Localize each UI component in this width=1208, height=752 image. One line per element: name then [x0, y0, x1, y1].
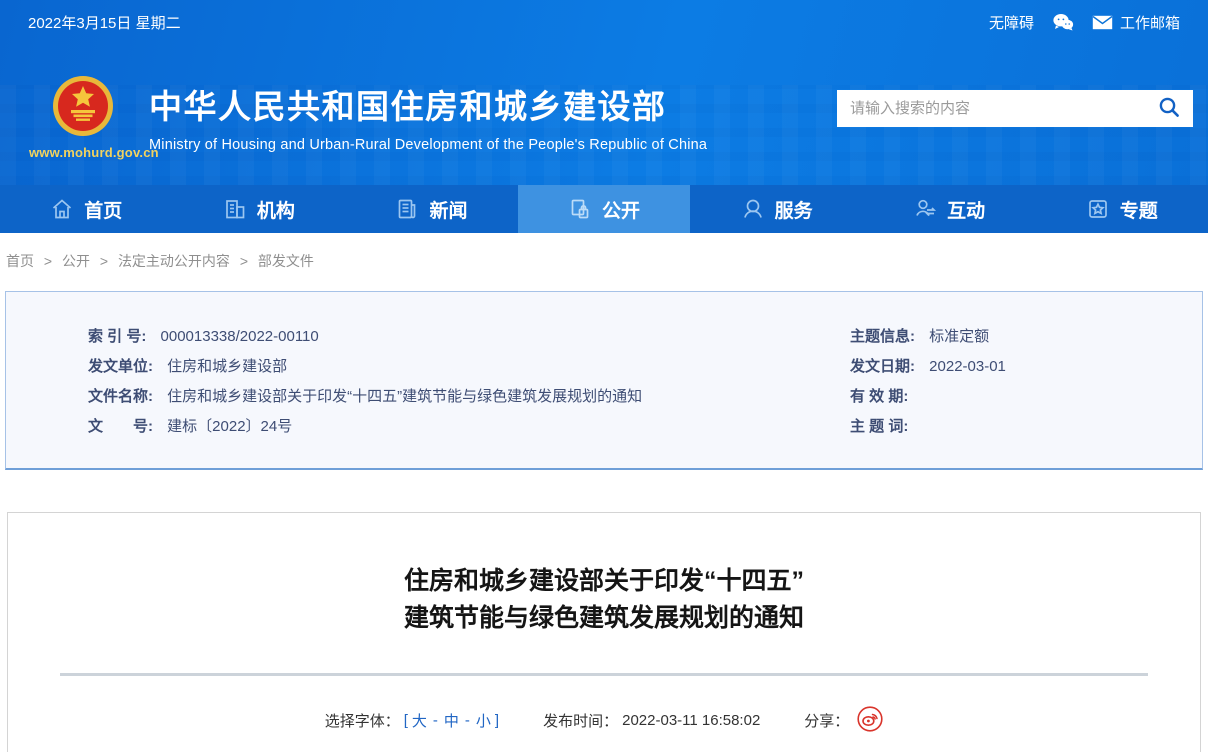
nav-label: 专题: [1119, 200, 1158, 222]
font-size-large-link[interactable]: 大: [412, 710, 427, 731]
nav-label: 机构: [256, 200, 295, 222]
info-row-document-number: 文 号: 建标〔2022〕24号: [88, 412, 850, 442]
nav-label: 新闻: [429, 200, 468, 222]
nav-item-interaction[interactable]: 互动: [863, 185, 1036, 233]
nav-item-disclosure[interactable]: 公开: [517, 185, 691, 233]
accessibility-label: 无障碍: [988, 14, 1034, 32]
breadcrumb-statutory-content[interactable]: 法定主动公开内容: [118, 253, 230, 269]
font-size-separator: -: [464, 712, 470, 729]
article-title-line2: 建筑节能与绿色建筑发展规划的通知: [403, 604, 804, 632]
info-value: 000013338/2022-00110: [160, 328, 319, 345]
bracket-close: ]: [494, 712, 500, 729]
document-info-right-column: 主题信息: 标准定额 发文日期: 2022-03-01 有 效 期: 主 题 词…: [850, 322, 1202, 442]
search-box: [837, 90, 1193, 127]
breadcrumb-separator: >: [99, 253, 109, 269]
article-title: 住房和城乡建设部关于印发“十四五” 建筑节能与绿色建筑发展规划的通知: [8, 563, 1200, 637]
font-size-small-link[interactable]: 小: [476, 710, 491, 731]
breadcrumb-disclosure[interactable]: 公开: [62, 253, 90, 269]
info-label: 有 效 期:: [850, 388, 909, 405]
info-label: 文 号:: [88, 418, 153, 435]
work-mail-link[interactable]: 工作邮箱: [1092, 12, 1180, 33]
font-size-selector: 选择字体： [ 大 - 中 - 小 ]: [325, 710, 499, 731]
nav-label: 公开: [602, 200, 641, 222]
main-navigation: 首页 机构 新闻 公开 服务 互动 专题: [0, 185, 1208, 233]
breadcrumb-separator: >: [239, 253, 249, 269]
nav-item-service[interactable]: 服务: [690, 185, 863, 233]
home-icon: [50, 197, 74, 221]
site-subtitle: Ministry of Housing and Urban-Rural Deve…: [149, 137, 708, 153]
share-group: 分享：: [804, 706, 883, 735]
news-icon: [395, 197, 419, 221]
info-row-subject-info: 主题信息: 标准定额: [850, 322, 1192, 352]
topics-icon: [1086, 197, 1110, 221]
site-title: 中华人民共和国住房和城乡建设部: [149, 88, 667, 125]
site-header: www.mohurd.gov.cn 中华人民共和国住房和城乡建设部 Minist…: [0, 44, 1208, 185]
publish-time-group: 发布时间： 2022-03-11 16:58:02: [543, 710, 760, 731]
breadcrumb-home[interactable]: 首页: [6, 253, 34, 269]
accessibility-link[interactable]: 无障碍: [989, 12, 1034, 33]
bracket-open: [: [403, 712, 408, 729]
share-label: 分享：: [804, 713, 850, 730]
wechat-icon: [1052, 13, 1074, 31]
weibo-share-button[interactable]: [857, 706, 883, 735]
article-panel: 住房和城乡建设部关于印发“十四五” 建筑节能与绿色建筑发展规划的通知 选择字体：…: [7, 512, 1201, 752]
font-size-separator: -: [432, 712, 438, 729]
info-row-validity-period: 有 效 期:: [850, 382, 1192, 412]
logo-block: www.mohurd.gov.cn: [29, 44, 159, 160]
service-icon: [741, 197, 765, 221]
breadcrumb-separator: >: [43, 253, 53, 269]
info-label: 主 题 词:: [850, 418, 909, 435]
organization-icon: [223, 197, 247, 221]
info-value: 建标〔2022〕24号: [167, 418, 293, 435]
info-row-index-number: 索 引 号: 000013338/2022-00110: [88, 322, 850, 352]
info-row-issue-date: 发文日期: 2022-03-01: [850, 352, 1192, 382]
info-value: 2022-03-01: [929, 358, 1006, 375]
wechat-link[interactable]: [1052, 13, 1074, 31]
info-label: 主题信息:: [850, 328, 915, 345]
mail-envelope-icon: [1092, 15, 1113, 30]
article-title-line1: 住房和城乡建设部关于印发“十四五”: [403, 567, 804, 595]
info-row-keywords: 主 题 词:: [850, 412, 1192, 442]
nav-item-topics[interactable]: 专题: [1035, 185, 1208, 233]
nav-item-home[interactable]: 首页: [0, 185, 173, 233]
info-value: 住房和城乡建设部: [167, 358, 288, 375]
document-info-left-column: 索 引 号: 000013338/2022-00110 发文单位: 住房和城乡建…: [6, 322, 850, 442]
info-label: 文件名称:: [88, 388, 153, 405]
breadcrumb-ministry-documents[interactable]: 部发文件: [258, 253, 314, 269]
nav-label: 首页: [84, 200, 123, 222]
article-meta-row: 选择字体： [ 大 - 中 - 小 ] 发布时间： 2022-03-11 16:…: [8, 706, 1200, 735]
info-label: 索 引 号:: [88, 328, 147, 345]
weibo-icon: [857, 706, 883, 735]
nav-label: 服务: [774, 200, 813, 222]
nav-item-news[interactable]: 新闻: [345, 185, 518, 233]
info-label: 发文日期:: [850, 358, 915, 375]
font-size-medium-link[interactable]: 中: [444, 710, 459, 731]
current-date: 2022年3月15日 星期二: [28, 14, 181, 32]
title-divider: [60, 673, 1148, 676]
info-label: 发文单位:: [88, 358, 153, 375]
nav-label: 互动: [947, 200, 986, 222]
search-input[interactable]: [850, 100, 1158, 117]
work-mail-label: 工作邮箱: [1119, 14, 1180, 32]
masthead: 2022年3月15日 星期二 无障碍 工作邮箱 www.mohurd.gov.c…: [0, 0, 1208, 185]
publish-time-value: 2022-03-11 16:58:02: [622, 712, 761, 729]
breadcrumb: 首页 > 公开 > 法定主动公开内容 > 部发文件: [0, 233, 1208, 283]
info-value: 标准定额: [929, 328, 990, 345]
site-url: www.mohurd.gov.cn: [29, 145, 159, 160]
national-emblem-logo: [51, 76, 115, 142]
search-icon: [1158, 96, 1180, 121]
info-row-issuing-unit: 发文单位: 住房和城乡建设部: [88, 352, 850, 382]
font-size-label: 选择字体：: [324, 713, 400, 730]
nav-item-organization[interactable]: 机构: [173, 185, 346, 233]
document-info-panel: 索 引 号: 000013338/2022-00110 发文单位: 住房和城乡建…: [5, 291, 1203, 470]
site-title-block: 中华人民共和国住房和城乡建设部 Ministry of Housing and …: [149, 44, 707, 153]
interaction-icon: [913, 197, 937, 221]
info-row-document-name: 文件名称: 住房和城乡建设部关于印发“十四五”建筑节能与绿色建筑发展规划的通知: [88, 382, 850, 412]
top-bar: 2022年3月15日 星期二 无障碍 工作邮箱: [0, 0, 1208, 44]
search-button[interactable]: [1158, 96, 1180, 121]
info-value: 住房和城乡建设部关于印发“十四五”建筑节能与绿色建筑发展规划的通知: [167, 388, 643, 405]
disclosure-icon: [568, 197, 592, 221]
publish-time-label: 发布时间：: [543, 713, 619, 730]
